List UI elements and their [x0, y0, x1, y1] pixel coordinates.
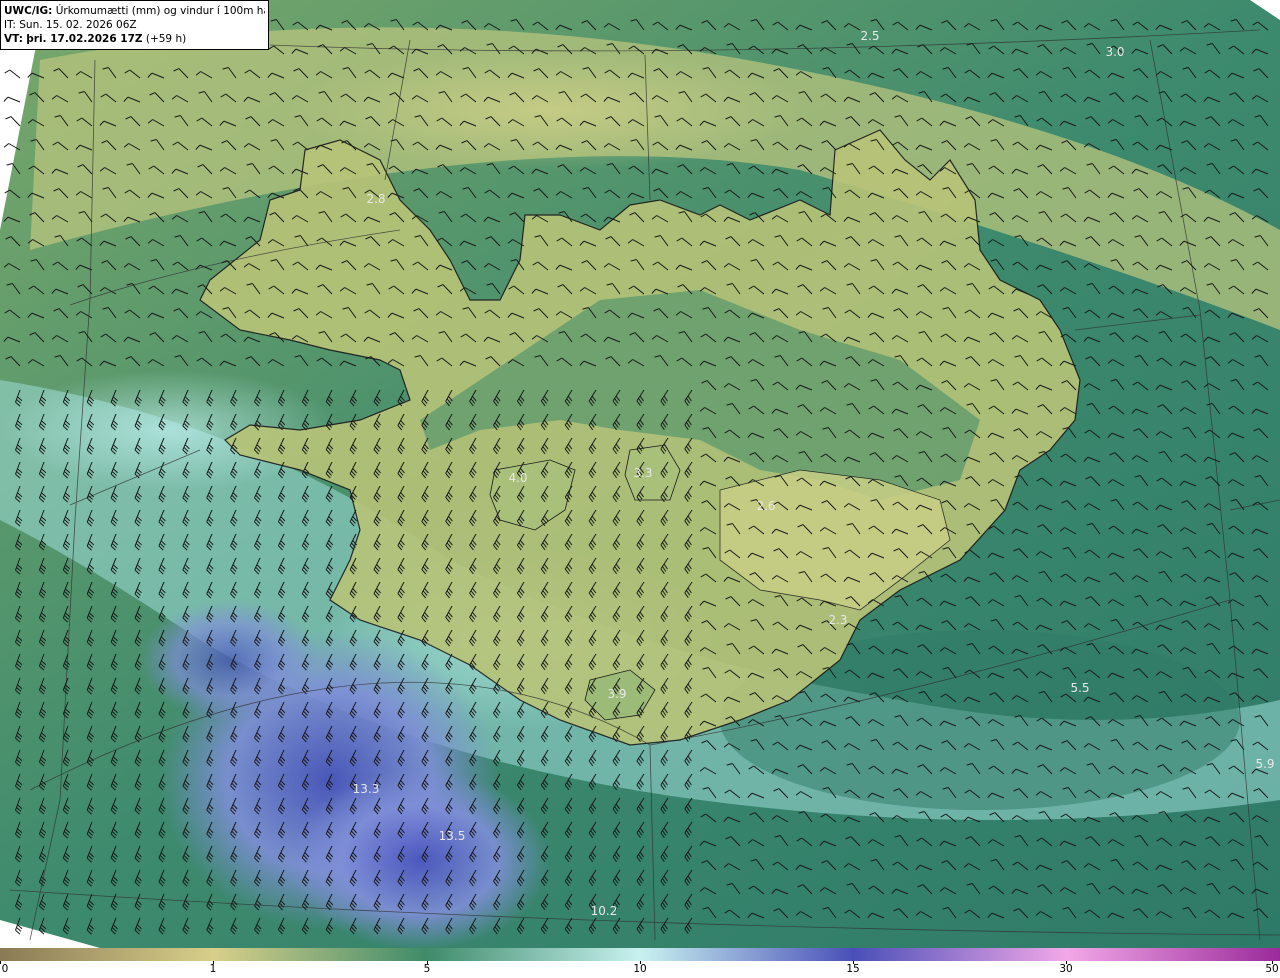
colorbar-gradient: [0, 948, 1280, 961]
valid-time-label: VT:: [4, 33, 23, 45]
colorbar-tick-mark: [213, 961, 214, 964]
value-label: 13.3: [353, 782, 380, 796]
value-label: 5.5: [1070, 681, 1089, 695]
value-label: 13.5: [439, 829, 466, 843]
model-label: UWC/IG:: [4, 5, 53, 17]
colorbar: 0 1 5 10 15 30 50: [0, 948, 1280, 978]
colorbar-tick-label: 5: [423, 963, 431, 975]
value-label: 3.0: [1105, 45, 1124, 59]
colorbar-tick-mark: [853, 961, 854, 964]
value-label: 3.9: [607, 687, 626, 701]
value-label: 4.0: [508, 471, 527, 485]
valid-time-value: þri. 17.02.2026 17Z: [26, 33, 143, 45]
colorbar-tick-label: 15: [846, 963, 860, 975]
colorbar-tick-mark: [640, 961, 641, 964]
colorbar-tick-label: 1: [209, 963, 217, 975]
colorbar-tick-label: 10: [633, 963, 647, 975]
colorbar-tick-mark: [427, 961, 428, 964]
value-label: 2.5: [860, 29, 879, 43]
valid-time-lead: (+59 h): [145, 33, 187, 45]
value-label: 2.3: [828, 613, 847, 627]
colorbar-tick-label: 30: [1059, 963, 1073, 975]
map-title: Úrkomumætti (mm) og vindur í 100m hæð: [55, 5, 265, 17]
colorbar-tick-mark: [0, 961, 1, 964]
init-time-row: IT: Sun. 15. 02. 2026 06Z: [4, 18, 265, 32]
value-label: 2.8: [366, 192, 385, 206]
value-label: 5.9: [1255, 757, 1274, 771]
colorbar-tick-label: 0: [1, 963, 9, 975]
colorbar-tick-mark: [1066, 961, 1067, 964]
colorbar-tick-mark: [1272, 961, 1273, 964]
value-label: 2.6: [756, 499, 775, 513]
colorbar-tick-label: 50: [1265, 963, 1279, 975]
info-box: UWC/IG: Úrkomumætti (mm) og vindur í 100…: [0, 0, 269, 50]
valid-time-row: VT: þri. 17.02.2026 17Z (+59 h): [4, 32, 265, 46]
header-title-row: UWC/IG: Úrkomumætti (mm) og vindur í 100…: [4, 4, 265, 18]
init-time-value: Sun. 15. 02. 2026 06Z: [19, 19, 137, 31]
value-label: 3.3: [633, 466, 652, 480]
value-label: 10.2: [591, 904, 618, 918]
precipitable-water-map: 2.5 3.0 2.8 4.0 3.3 2.6 2.3 3.9 5.5 5.9 13.3 13.5 10…: [0, 0, 1280, 948]
init-time-label: IT:: [4, 19, 16, 31]
